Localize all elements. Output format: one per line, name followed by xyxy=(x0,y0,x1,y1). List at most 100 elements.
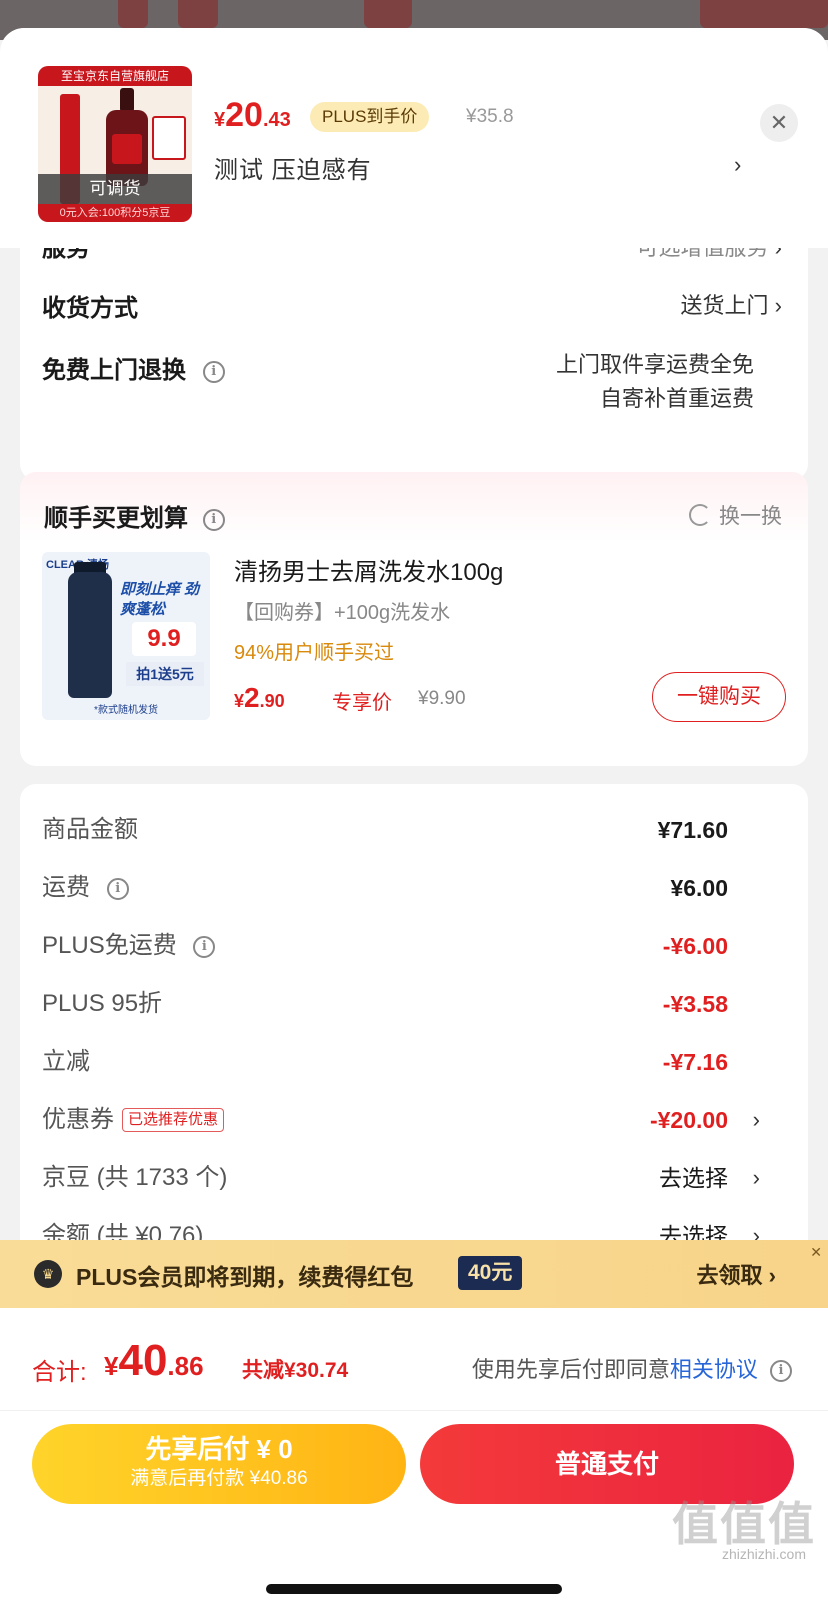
free-return-text: 免费上门退换 xyxy=(42,357,186,384)
pay-later-button[interactable]: 先享后付 ¥ 0 满意后再付款 ¥40.86 xyxy=(32,1424,406,1504)
fee-row-coupon[interactable]: 优惠券 已选推荐优惠 -¥20.00 › xyxy=(20,1100,808,1140)
fee-value: -¥20.00 xyxy=(649,1107,728,1133)
upsell-price-label: 专享价 xyxy=(332,692,392,714)
close-icon[interactable]: ✕ xyxy=(810,1244,822,1261)
free-return-line2: 自寄补首重运费 xyxy=(599,386,754,411)
delivery-method-selector[interactable]: 送货上门 › xyxy=(681,288,782,320)
recommended-coupon-tag: 已选推荐优惠 xyxy=(122,1108,225,1132)
agreement-notice: 使用先享后付即同意相关协议 i xyxy=(472,1352,792,1384)
fee-label-text: PLUS免运费 xyxy=(42,932,177,959)
plus-price-badge: PLUS到手价 xyxy=(310,102,430,132)
upsell-coupon: 【回购券】+100g洗发水 xyxy=(234,602,451,624)
watermark-logo: 值值值 xyxy=(672,1498,816,1550)
red-packet-amount: 40元 xyxy=(458,1256,523,1290)
info-icon[interactable]: i xyxy=(106,877,129,900)
fee-label-text: 运费 xyxy=(42,874,90,901)
img-price: 9.9 xyxy=(132,622,196,656)
fee-row-jd-bean[interactable]: 京豆 (共 1733 个) 去选择 › xyxy=(20,1158,808,1198)
fee-value: -¥3.58 xyxy=(662,991,728,1017)
close-button[interactable]: ✕ xyxy=(760,104,798,142)
checkout-bar: 合计: ¥ 40 .86 共减¥30.74 使用先享后付即同意相关协议 i 先享… xyxy=(0,1308,828,1608)
fee-label-text: 优惠券 xyxy=(42,1106,114,1133)
info-icon[interactable]: i xyxy=(193,935,216,958)
product-price: ¥ 20 .43 xyxy=(214,96,291,135)
fee-row-plus-freight: PLUS免运费 i -¥6.00 xyxy=(20,926,808,966)
fee-row-goods: 商品金额 ¥71.60 xyxy=(20,810,808,850)
product-thumbnail[interactable]: 至宝京东自营旗舰店 可调货 0元入会:100积分5京豆 xyxy=(38,66,192,222)
home-indicator[interactable] xyxy=(266,1584,562,1594)
img-note: *款式随机发货 xyxy=(94,705,158,716)
backdrop-decor xyxy=(178,0,218,28)
price-decimal: .86 xyxy=(167,1351,204,1381)
shampoo-bottle-graphic xyxy=(68,572,112,698)
info-icon[interactable]: i xyxy=(202,360,225,383)
chevron-right-icon: › xyxy=(752,1107,760,1132)
fee-label: 商品金额 xyxy=(42,816,138,843)
total-savings: 共减¥30.74 xyxy=(242,1359,349,1382)
thumb-box-graphic xyxy=(152,116,186,160)
swap-button[interactable]: 换一换 xyxy=(689,500,782,530)
free-return-label: 免费上门退换 i xyxy=(42,350,225,385)
price-integer: 2 xyxy=(244,682,260,713)
free-return-line1: 上门取件享运费全免 xyxy=(555,352,754,377)
fee-value: -¥6.00 xyxy=(662,933,728,959)
fee-label: 京豆 (共 1733 个) xyxy=(42,1164,228,1191)
delivery-method-value: 送货上门 xyxy=(680,293,769,318)
price-currency: ¥ xyxy=(214,109,226,131)
chevron-right-icon: › xyxy=(752,1165,760,1190)
plus-renewal-text: PLUS会员即将到期，续费得红包 xyxy=(76,1264,414,1290)
price-currency: ¥ xyxy=(234,691,245,711)
price-integer: 40 xyxy=(118,1336,168,1385)
fee-label: 优惠券 已选推荐优惠 xyxy=(42,1100,225,1140)
one-click-buy-button[interactable]: 一键购买 xyxy=(652,672,786,722)
agreement-text: 使用先享后付即同意 xyxy=(471,1357,670,1382)
chevron-right-icon[interactable]: › xyxy=(734,152,741,178)
price-integer: 20 xyxy=(225,96,263,134)
upsell-title-text: 顺手买更划算 xyxy=(44,505,188,532)
select-action: 去选择 xyxy=(659,1165,728,1191)
fee-value: -¥7.16 xyxy=(662,1049,728,1075)
info-icon[interactable]: i xyxy=(770,1360,792,1383)
agreement-link[interactable]: 相关协议 xyxy=(670,1357,758,1382)
original-price: ¥35.8 xyxy=(466,106,514,127)
pay-later-line2: 满意后再付款 ¥40.86 xyxy=(130,1468,308,1489)
thumb-store-text: 至宝京东自营旗舰店 xyxy=(38,66,192,86)
fee-label: 运费 i xyxy=(42,868,129,908)
upsell-product-name[interactable]: 清扬男士去屑洗发水100g xyxy=(234,552,503,587)
claim-action[interactable]: 去领取 › xyxy=(697,1258,776,1290)
swap-label: 换一换 xyxy=(719,505,782,528)
plus-renewal-banner[interactable]: ♛ PLUS会员即将到期，续费得红包 40元 去领取 › ✕ xyxy=(0,1240,828,1308)
fee-label: PLUS免运费 i xyxy=(42,926,216,966)
chevron-right-icon: › xyxy=(768,1263,776,1288)
img-slogan: 即刻止痒 劲爽蓬松 xyxy=(120,581,200,618)
price-currency: ¥ xyxy=(104,1351,119,1381)
fee-row-plus-discount: PLUS 95折 -¥3.58 xyxy=(20,984,808,1024)
upsell-original-price: ¥9.90 xyxy=(418,688,466,709)
upsell-card: 顺手买更划算 i 换一换 CLEAR 清扬 即刻止痒 劲爽蓬松 9.9 拍1送5… xyxy=(20,472,808,766)
thumb-tag: 可调货 xyxy=(38,174,192,204)
refresh-icon xyxy=(689,504,711,526)
backdrop-decor xyxy=(700,0,828,28)
price-decimal: .43 xyxy=(262,109,291,131)
free-return-detail: 上门取件享运费全免 自寄补首重运费 xyxy=(556,348,754,416)
fee-value: ¥6.00 xyxy=(670,875,728,901)
fee-label: 立减 xyxy=(42,1048,90,1075)
divider xyxy=(0,1410,828,1411)
backdrop-decor xyxy=(364,0,412,28)
total-label: 合计: xyxy=(32,1359,87,1386)
claim-label: 去领取 xyxy=(696,1263,763,1288)
fee-row-freight: 运费 i ¥6.00 xyxy=(20,868,808,908)
thumb-bottle-label xyxy=(112,134,142,164)
delivery-method-label: 收货方式 xyxy=(42,295,138,322)
chevron-right-icon: › xyxy=(774,293,782,318)
img-deal: 拍1送5元 xyxy=(126,662,204,686)
upsell-price: ¥ 2 .90 xyxy=(234,682,285,714)
upsell-title: 顺手买更划算 i xyxy=(44,498,225,533)
thumb-sub-text: 0元入会:100积分5京豆 xyxy=(38,204,192,222)
info-icon[interactable]: i xyxy=(202,508,225,531)
fee-label: PLUS 95折 xyxy=(42,990,163,1017)
upsell-product-image[interactable]: CLEAR 清扬 即刻止痒 劲爽蓬松 9.9 拍1送5元 *款式随机发货 xyxy=(42,552,210,720)
fee-value: ¥71.60 xyxy=(657,817,728,843)
product-spec[interactable]: 测试 压迫感有 xyxy=(214,150,372,185)
crown-icon: ♛ xyxy=(34,1260,62,1288)
